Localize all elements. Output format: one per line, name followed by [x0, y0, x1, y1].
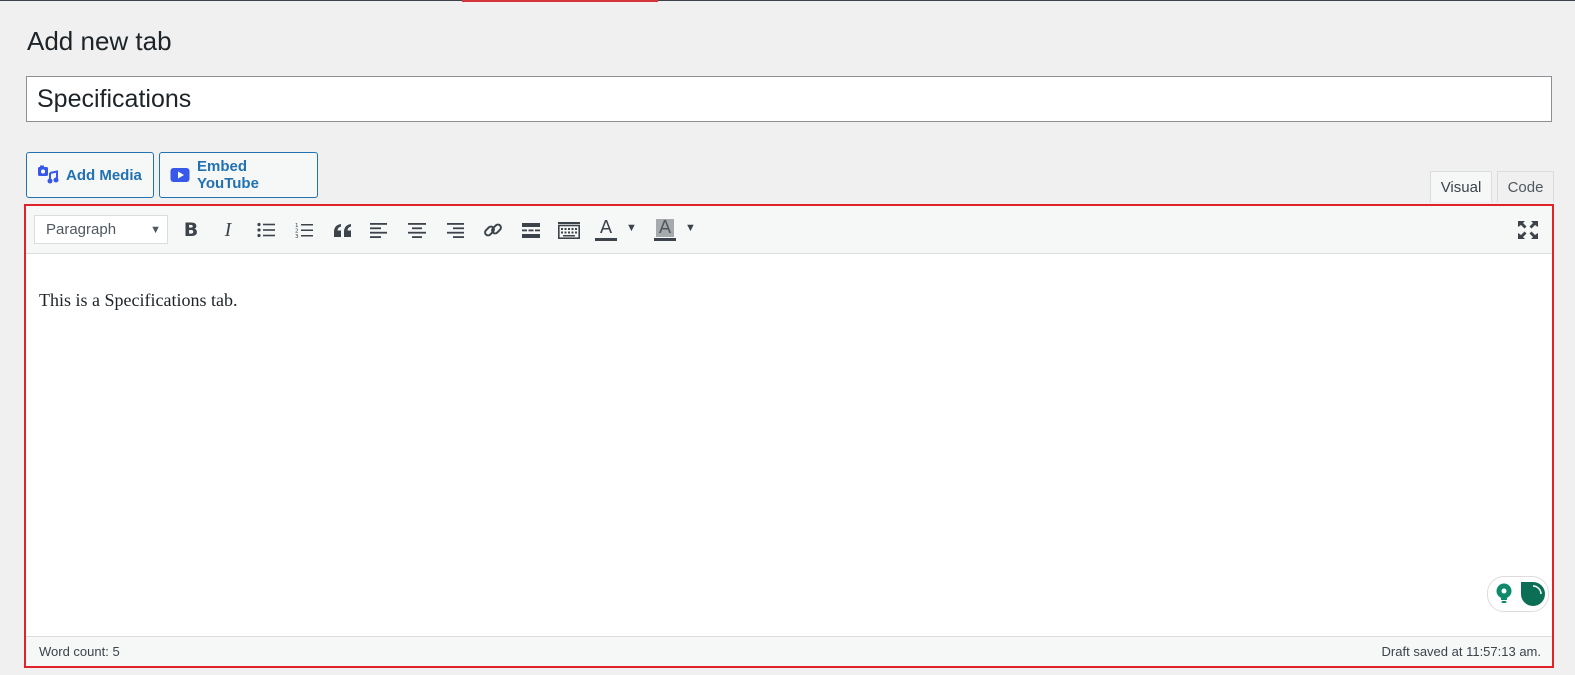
active-indicator	[462, 0, 658, 2]
fullscreen-button[interactable]	[1514, 216, 1542, 244]
text-color-letter: A	[599, 217, 613, 238]
editor-area: Paragraph ▼ B I 1 2 3 A ▼ A ▼ This is a …	[24, 204, 1554, 668]
italic-button[interactable]: I	[214, 216, 242, 244]
background-color-icon: A	[654, 219, 676, 241]
text-color-icon: A	[595, 219, 617, 241]
text-color-button[interactable]: A	[592, 216, 620, 244]
blockquote-icon	[333, 223, 351, 237]
insert-link-button[interactable]	[479, 216, 507, 244]
word-count: Word count: 5	[39, 644, 120, 659]
background-color-letter: A	[655, 219, 675, 237]
link-icon	[484, 223, 502, 237]
editor-content[interactable]: This is a Specifications tab.	[39, 290, 237, 311]
assistant-chat-icon	[1521, 582, 1545, 606]
lightbulb-icon	[1496, 583, 1512, 603]
align-center-button[interactable]	[403, 216, 431, 244]
tab-code[interactable]: Code	[1497, 171, 1554, 202]
align-right-icon	[447, 222, 464, 238]
align-right-button[interactable]	[441, 216, 469, 244]
embed-youtube-label: Embed YouTube	[197, 158, 259, 192]
tab-title-input[interactable]	[26, 76, 1552, 122]
fullscreen-icon	[1518, 221, 1538, 239]
editor-toolbar: Paragraph ▼ B I 1 2 3 A ▼ A ▼	[26, 206, 1552, 254]
bulleted-list-icon	[257, 222, 275, 238]
background-color-chevron-down-icon[interactable]: ▼	[685, 222, 696, 234]
editor-status-bar: Word count: 5 Draft saved at 11:57:13 am…	[26, 636, 1552, 666]
toolbar-toggle-icon	[558, 221, 580, 239]
svg-text:3: 3	[295, 234, 299, 239]
add-media-label: Add Media	[66, 166, 142, 184]
align-center-icon	[408, 222, 426, 238]
draft-saved-status: Draft saved at 11:57:13 am.	[1381, 644, 1541, 659]
add-media-icon	[37, 165, 59, 185]
text-color-chevron-down-icon[interactable]: ▼	[626, 222, 637, 234]
format-select-value: Paragraph	[46, 221, 117, 238]
writing-assistant-widget[interactable]	[1487, 576, 1549, 612]
italic-icon: I	[224, 218, 232, 241]
background-color-button[interactable]: A	[651, 216, 679, 244]
format-select[interactable]: Paragraph ▼	[34, 215, 168, 244]
bold-icon: B	[183, 219, 199, 241]
bulleted-list-button[interactable]	[252, 216, 280, 244]
read-more-button[interactable]	[517, 216, 545, 244]
bold-button[interactable]: B	[177, 216, 205, 244]
youtube-icon	[170, 167, 190, 183]
admin-bar-edge	[0, 0, 1575, 1]
align-left-button[interactable]	[365, 216, 393, 244]
embed-youtube-button[interactable]: Embed YouTube	[159, 152, 318, 198]
numbered-list-icon: 1 2 3	[295, 223, 313, 239]
page-title: Add new tab	[27, 26, 172, 56]
align-left-icon	[370, 222, 387, 238]
chevron-down-icon: ▼	[150, 224, 161, 236]
toolbar-toggle-button[interactable]	[555, 216, 583, 244]
blockquote-button[interactable]	[328, 216, 356, 244]
read-more-icon	[522, 222, 540, 238]
add-media-button[interactable]: Add Media	[26, 152, 154, 198]
tab-visual[interactable]: Visual	[1430, 171, 1492, 202]
numbered-list-button[interactable]: 1 2 3	[290, 216, 318, 244]
